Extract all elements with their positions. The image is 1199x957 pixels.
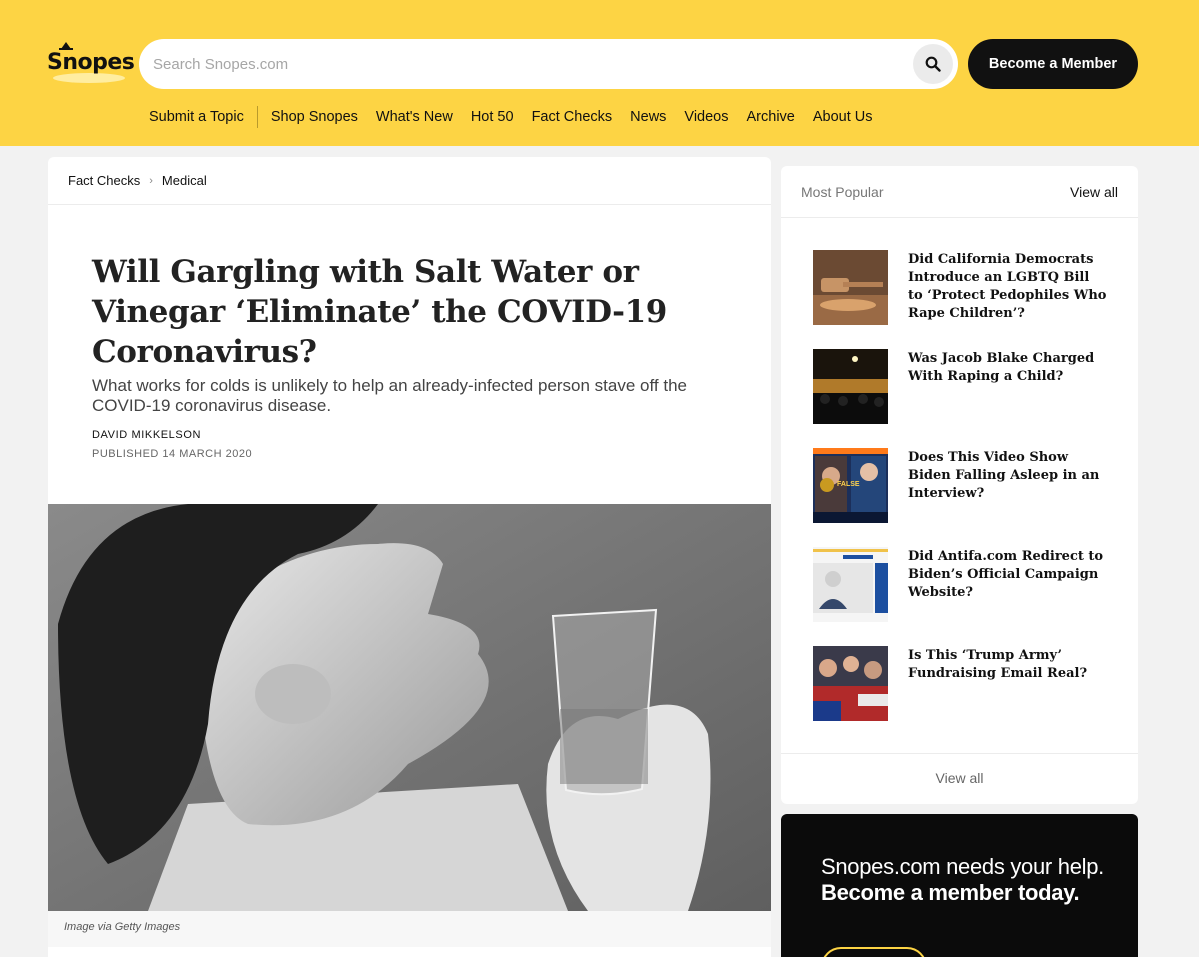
search-icon (925, 56, 941, 72)
crowd-photo-icon (813, 349, 888, 424)
article-card: Fact Checks › Medical Will Gargling with… (48, 157, 771, 957)
popular-item-title: Was Jacob Blake Charged With Raping a Ch… (908, 351, 1095, 384)
nav-videos[interactable]: Videos (675, 106, 737, 128)
chevron-right-icon: › (149, 174, 153, 187)
popular-item[interactable]: FALSE Does This Video Show Biden Falling… (813, 448, 1113, 524)
most-popular-panel: Most Popular View all Did California Dem… (781, 166, 1138, 804)
search-input[interactable] (153, 39, 903, 89)
rally-photo-icon (813, 646, 888, 721)
gavel-icon (813, 250, 888, 325)
popular-item-title: Did Antifa.com Redirect to Biden’s Offic… (908, 549, 1104, 600)
nav-whats-new[interactable]: What's New (367, 106, 462, 128)
gavel-thumbnail (813, 250, 888, 325)
nav-fact-checks[interactable]: Fact Checks (523, 106, 622, 128)
article-subtitle: What works for colds is unlikely to help… (92, 376, 687, 415)
image-caption: Image via Getty Images (64, 921, 181, 933)
divider (781, 217, 1138, 218)
nav-shop-snopes[interactable]: Shop Snopes (262, 106, 367, 128)
most-popular-heading: Most Popular (801, 184, 884, 200)
breadcrumb: Fact Checks › Medical (68, 173, 207, 188)
nav-about-us[interactable]: About Us (804, 106, 882, 128)
search-button[interactable] (913, 44, 953, 84)
tv-interview-thumbnail: FALSE (813, 448, 888, 523)
website-screenshot-icon (813, 547, 888, 622)
promo-button[interactable] (821, 947, 927, 957)
popular-item[interactable]: Was Jacob Blake Charged With Raping a Ch… (813, 349, 1113, 425)
popular-item-title: Did California Democrats Introduce an LG… (908, 252, 1107, 321)
false-rating-badge: FALSE (837, 481, 860, 488)
popular-item[interactable]: Did California Democrats Introduce an LG… (813, 250, 1113, 326)
publish-date: PUBLISHED 14 MARCH 2020 (92, 448, 253, 460)
promo-text: Snopes.com needs your help. Become a mem… (821, 854, 1111, 906)
promo-bold-text: Become a member today. (821, 880, 1080, 905)
hero-image (48, 504, 771, 911)
popular-item[interactable]: Is This ‘Trump Army’ Fundraising Email R… (813, 646, 1113, 722)
logo-wordmark: Snopes (47, 50, 135, 75)
nav-news[interactable]: News (621, 106, 675, 128)
crowd-night-thumbnail (813, 349, 888, 424)
membership-promo: Snopes.com needs your help. Become a mem… (781, 814, 1138, 957)
search-bar (139, 39, 958, 89)
article-title: Will Gargling with Salt Water or Vinegar… (92, 254, 667, 370)
view-all-link[interactable]: View all (1070, 184, 1118, 200)
nav-archive[interactable]: Archive (738, 106, 804, 128)
popular-item-title: Does This Video Show Biden Falling Aslee… (908, 450, 1100, 501)
main-nav: Submit a Topic Shop Snopes What's New Ho… (140, 106, 882, 128)
breadcrumb-fact-checks[interactable]: Fact Checks (68, 173, 140, 188)
divider (48, 204, 771, 205)
popular-item[interactable]: Did Antifa.com Redirect to Biden’s Offic… (813, 547, 1113, 623)
man-gargling-photo (48, 504, 771, 911)
rally-crowd-thumbnail (813, 646, 888, 721)
become-member-button[interactable]: Become a Member (968, 39, 1138, 89)
nav-submit-topic[interactable]: Submit a Topic (140, 106, 258, 128)
breadcrumb-medical[interactable]: Medical (162, 173, 207, 188)
nav-hot-50[interactable]: Hot 50 (462, 106, 523, 128)
promo-plain-text: Snopes.com needs your help. (821, 854, 1104, 879)
snopes-logo[interactable]: Snopes (47, 40, 135, 83)
divider (781, 753, 1138, 754)
view-all-bottom-link[interactable]: View all (781, 770, 1138, 786)
website-screenshot-thumbnail (813, 547, 888, 622)
site-header: Snopes Become a Member Submit a Topic Sh… (0, 0, 1199, 146)
author-name[interactable]: DAVID MIKKELSON (92, 429, 201, 441)
popular-item-title: Is This ‘Trump Army’ Fundraising Email R… (908, 648, 1088, 681)
